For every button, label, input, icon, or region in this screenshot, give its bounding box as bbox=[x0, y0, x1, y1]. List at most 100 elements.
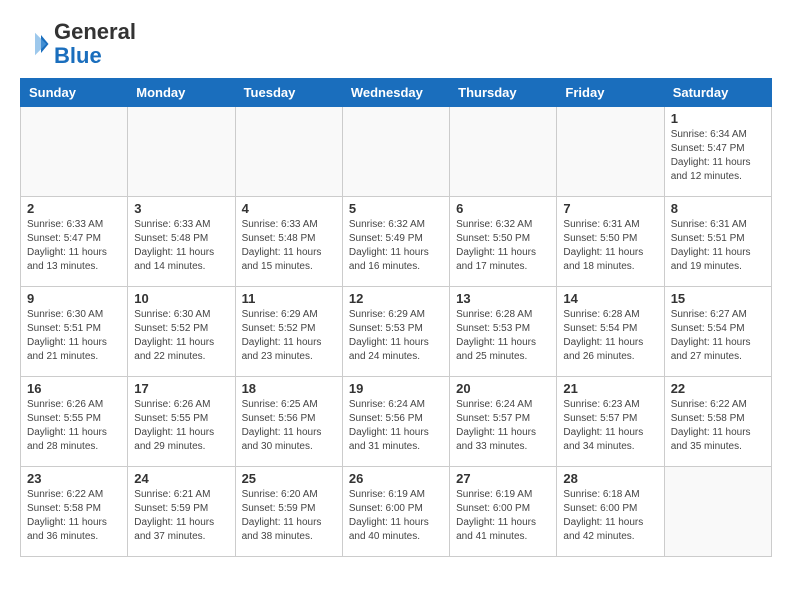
day-info: Sunrise: 6:23 AM Sunset: 5:57 PM Dayligh… bbox=[563, 398, 657, 454]
day-info: Sunrise: 6:26 AM Sunset: 5:55 PM Dayligh… bbox=[134, 398, 228, 454]
day-number: 13 bbox=[456, 291, 550, 306]
calendar-cell: 2 Sunrise: 6:33 AM Sunset: 5:47 PM Daylig… bbox=[21, 197, 128, 287]
day-info: Sunrise: 6:33 AM Sunset: 5:47 PM Dayligh… bbox=[27, 218, 121, 274]
day-info: Sunrise: 6:33 AM Sunset: 5:48 PM Dayligh… bbox=[242, 218, 336, 274]
week-row-2: 9 Sunrise: 6:30 AM Sunset: 5:51 PM Daylig… bbox=[21, 287, 772, 377]
calendar-cell bbox=[557, 107, 664, 197]
calendar-cell: 11 Sunrise: 6:29 AM Sunset: 5:52 PM Dayli… bbox=[235, 287, 342, 377]
week-row-3: 16 Sunrise: 6:26 AM Sunset: 5:55 PM Dayli… bbox=[21, 377, 772, 467]
day-info: Sunrise: 6:28 AM Sunset: 5:54 PM Dayligh… bbox=[563, 308, 657, 364]
calendar-cell: 23Sunrise: 6:22 AM Sunset: 5:58 PM Dayli… bbox=[21, 467, 128, 557]
day-number: 12 bbox=[349, 291, 443, 306]
calendar-cell bbox=[21, 107, 128, 197]
day-info: Sunrise: 6:34 AM Sunset: 5:47 PM Dayligh… bbox=[671, 128, 765, 184]
day-info: Sunrise: 6:22 AM Sunset: 5:58 PM Dayligh… bbox=[27, 488, 121, 544]
day-info: Sunrise: 6:29 AM Sunset: 5:52 PM Dayligh… bbox=[242, 308, 336, 364]
day-info: Sunrise: 6:33 AM Sunset: 5:48 PM Dayligh… bbox=[134, 218, 228, 274]
day-info: Sunrise: 6:31 AM Sunset: 5:51 PM Dayligh… bbox=[671, 218, 765, 274]
day-info: Sunrise: 6:24 AM Sunset: 5:56 PM Dayligh… bbox=[349, 398, 443, 454]
day-number: 20 bbox=[456, 381, 550, 396]
day-info: Sunrise: 6:29 AM Sunset: 5:53 PM Dayligh… bbox=[349, 308, 443, 364]
calendar-cell: 20 Sunrise: 6:24 AM Sunset: 5:57 PM Dayli… bbox=[450, 377, 557, 467]
calendar-cell: 12 Sunrise: 6:29 AM Sunset: 5:53 PM Dayli… bbox=[342, 287, 449, 377]
calendar-cell: 16 Sunrise: 6:26 AM Sunset: 5:55 PM Dayli… bbox=[21, 377, 128, 467]
header-tuesday: Tuesday bbox=[235, 79, 342, 107]
day-number: 4 bbox=[242, 201, 336, 216]
day-number: 11 bbox=[242, 291, 336, 306]
calendar-cell bbox=[235, 107, 342, 197]
day-number: 3 bbox=[134, 201, 228, 216]
day-number: 26 bbox=[349, 471, 443, 486]
calendar-cell: 7 Sunrise: 6:31 AM Sunset: 5:50 PM Daylig… bbox=[557, 197, 664, 287]
day-number: 7 bbox=[563, 201, 657, 216]
calendar-cell bbox=[342, 107, 449, 197]
day-number: 28 bbox=[563, 471, 657, 486]
day-number: 27 bbox=[456, 471, 550, 486]
logo-text: General Blue bbox=[54, 20, 136, 68]
calendar-cell: 18Sunrise: 6:25 AM Sunset: 5:56 PM Dayli… bbox=[235, 377, 342, 467]
header-saturday: Saturday bbox=[664, 79, 771, 107]
day-number: 24 bbox=[134, 471, 228, 486]
calendar-cell: 25Sunrise: 6:20 AM Sunset: 5:59 PM Dayli… bbox=[235, 467, 342, 557]
calendar-cell: 24 Sunrise: 6:21 AM Sunset: 5:59 PM Dayli… bbox=[128, 467, 235, 557]
day-number: 10 bbox=[134, 291, 228, 306]
calendar-cell: 13Sunrise: 6:28 AM Sunset: 5:53 PM Dayli… bbox=[450, 287, 557, 377]
calendar-cell bbox=[128, 107, 235, 197]
logo-icon bbox=[20, 29, 50, 59]
day-info: Sunrise: 6:31 AM Sunset: 5:50 PM Dayligh… bbox=[563, 218, 657, 274]
day-number: 21 bbox=[563, 381, 657, 396]
day-info: Sunrise: 6:26 AM Sunset: 5:55 PM Dayligh… bbox=[27, 398, 121, 454]
week-row-4: 23Sunrise: 6:22 AM Sunset: 5:58 PM Dayli… bbox=[21, 467, 772, 557]
week-row-0: 1 Sunrise: 6:34 AM Sunset: 5:47 PM Daylig… bbox=[21, 107, 772, 197]
calendar-cell bbox=[450, 107, 557, 197]
header-friday: Friday bbox=[557, 79, 664, 107]
day-info: Sunrise: 6:18 AM Sunset: 6:00 PM Dayligh… bbox=[563, 488, 657, 544]
page-header: General Blue bbox=[20, 20, 772, 68]
calendar-cell: 27 Sunrise: 6:19 AM Sunset: 6:00 PM Dayli… bbox=[450, 467, 557, 557]
header-sunday: Sunday bbox=[21, 79, 128, 107]
calendar-cell: 28 Sunrise: 6:18 AM Sunset: 6:00 PM Dayli… bbox=[557, 467, 664, 557]
header-monday: Monday bbox=[128, 79, 235, 107]
day-info: Sunrise: 6:24 AM Sunset: 5:57 PM Dayligh… bbox=[456, 398, 550, 454]
day-info: Sunrise: 6:25 AM Sunset: 5:56 PM Dayligh… bbox=[242, 398, 336, 454]
calendar-cell: 22 Sunrise: 6:22 AM Sunset: 5:58 PM Dayli… bbox=[664, 377, 771, 467]
day-info: Sunrise: 6:30 AM Sunset: 5:52 PM Dayligh… bbox=[134, 308, 228, 364]
header-thursday: Thursday bbox=[450, 79, 557, 107]
calendar-table: SundayMondayTuesdayWednesdayThursdayFrid… bbox=[20, 78, 772, 557]
calendar-cell: 17Sunrise: 6:26 AM Sunset: 5:55 PM Dayli… bbox=[128, 377, 235, 467]
calendar-cell: 19 Sunrise: 6:24 AM Sunset: 5:56 PM Dayli… bbox=[342, 377, 449, 467]
day-number: 15 bbox=[671, 291, 765, 306]
day-number: 9 bbox=[27, 291, 121, 306]
day-info: Sunrise: 6:20 AM Sunset: 5:59 PM Dayligh… bbox=[242, 488, 336, 544]
day-info: Sunrise: 6:21 AM Sunset: 5:59 PM Dayligh… bbox=[134, 488, 228, 544]
day-number: 1 bbox=[671, 111, 765, 126]
calendar-cell: 4 Sunrise: 6:33 AM Sunset: 5:48 PM Daylig… bbox=[235, 197, 342, 287]
day-info: Sunrise: 6:19 AM Sunset: 6:00 PM Dayligh… bbox=[456, 488, 550, 544]
day-number: 16 bbox=[27, 381, 121, 396]
calendar-cell: 26 Sunrise: 6:19 AM Sunset: 6:00 PM Dayli… bbox=[342, 467, 449, 557]
day-number: 2 bbox=[27, 201, 121, 216]
day-number: 14 bbox=[563, 291, 657, 306]
day-number: 5 bbox=[349, 201, 443, 216]
day-info: Sunrise: 6:22 AM Sunset: 5:58 PM Dayligh… bbox=[671, 398, 765, 454]
calendar-header-row: SundayMondayTuesdayWednesdayThursdayFrid… bbox=[21, 79, 772, 107]
day-info: Sunrise: 6:27 AM Sunset: 5:54 PM Dayligh… bbox=[671, 308, 765, 364]
day-info: Sunrise: 6:32 AM Sunset: 5:49 PM Dayligh… bbox=[349, 218, 443, 274]
calendar-cell: 9 Sunrise: 6:30 AM Sunset: 5:51 PM Daylig… bbox=[21, 287, 128, 377]
calendar-cell: 5 Sunrise: 6:32 AM Sunset: 5:49 PM Daylig… bbox=[342, 197, 449, 287]
day-number: 22 bbox=[671, 381, 765, 396]
week-row-1: 2 Sunrise: 6:33 AM Sunset: 5:47 PM Daylig… bbox=[21, 197, 772, 287]
calendar-cell: 10 Sunrise: 6:30 AM Sunset: 5:52 PM Dayli… bbox=[128, 287, 235, 377]
logo: General Blue bbox=[20, 20, 136, 68]
calendar-cell bbox=[664, 467, 771, 557]
day-info: Sunrise: 6:32 AM Sunset: 5:50 PM Dayligh… bbox=[456, 218, 550, 274]
calendar-cell: 3 Sunrise: 6:33 AM Sunset: 5:48 PM Daylig… bbox=[128, 197, 235, 287]
calendar-cell: 6 Sunrise: 6:32 AM Sunset: 5:50 PM Daylig… bbox=[450, 197, 557, 287]
calendar-cell: 14 Sunrise: 6:28 AM Sunset: 5:54 PM Dayli… bbox=[557, 287, 664, 377]
calendar-cell: 1 Sunrise: 6:34 AM Sunset: 5:47 PM Daylig… bbox=[664, 107, 771, 197]
day-number: 19 bbox=[349, 381, 443, 396]
day-number: 6 bbox=[456, 201, 550, 216]
calendar-cell: 21 Sunrise: 6:23 AM Sunset: 5:57 PM Dayli… bbox=[557, 377, 664, 467]
day-info: Sunrise: 6:30 AM Sunset: 5:51 PM Dayligh… bbox=[27, 308, 121, 364]
day-info: Sunrise: 6:19 AM Sunset: 6:00 PM Dayligh… bbox=[349, 488, 443, 544]
